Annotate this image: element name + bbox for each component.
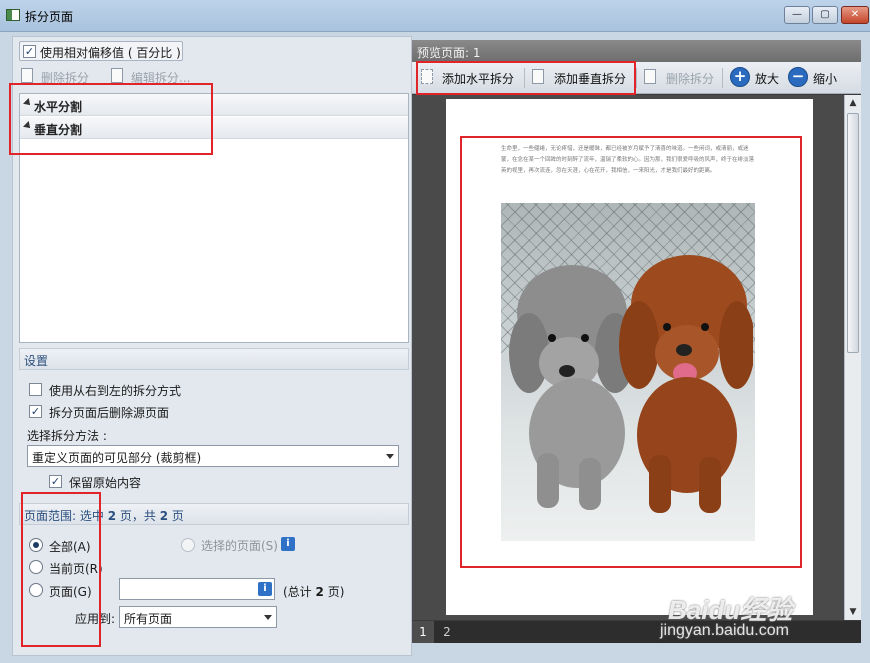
split-method-select[interactable]: 重定义页面的可见部分 (裁剪框) <box>27 445 399 467</box>
baidu-watermark: Baidu经验 jingyan.baidu.com <box>660 590 830 640</box>
zoom-in-icon[interactable]: + <box>730 67 750 87</box>
close-button[interactable]: ✕ <box>841 6 869 24</box>
scroll-thumb[interactable] <box>847 113 859 353</box>
preview-scrollbar[interactable]: ▲ ▼ <box>844 95 861 620</box>
toolbar-separator <box>722 68 723 88</box>
preview-header: 预览页面: 1 <box>412 40 861 62</box>
apply-to-value: 所有页面 <box>124 612 173 626</box>
relative-offset-toggle[interactable]: ✓ 使用相对偏移值 ( 百分比 ) <box>19 41 183 61</box>
annotation-box-split-list <box>9 83 213 155</box>
keep-original-checkbox[interactable]: ✓ <box>49 475 62 488</box>
delete-split-icon <box>21 68 33 83</box>
zoom-out-button[interactable]: 缩小 <box>813 70 837 87</box>
toolbar-separator <box>636 68 637 88</box>
selected-pages-radio[interactable] <box>181 538 195 552</box>
settings-header-label: 设置 <box>24 354 49 368</box>
watermark-site: jingyan.baidu.com <box>660 622 789 639</box>
page-tab-1[interactable]: 1 <box>412 621 434 643</box>
preview-page-label: 预览页面: 1 <box>417 46 481 60</box>
rtl-split-label: 使用从右到左的拆分方式 <box>49 384 182 398</box>
keep-original-label: 保留原始内容 <box>69 476 142 490</box>
delete-source-checkbox[interactable]: ✓ <box>29 405 42 418</box>
relative-offset-checkbox[interactable]: ✓ <box>23 45 36 58</box>
scroll-up-icon[interactable]: ▲ <box>845 95 861 111</box>
page-numbers-input[interactable]: i <box>119 578 275 600</box>
annotation-box-preview <box>460 136 802 568</box>
zoom-in-button[interactable]: 放大 <box>755 70 779 87</box>
rtl-split-checkbox[interactable] <box>29 383 42 396</box>
window-title: 拆分页面 <box>25 10 74 24</box>
info-icon[interactable]: i <box>281 537 295 551</box>
maximize-button[interactable]: ▢ <box>812 6 838 24</box>
app-icon <box>6 9 20 21</box>
selected-pages-label: 选择的页面(S) <box>201 539 278 553</box>
zoom-out-icon[interactable]: − <box>788 67 808 87</box>
edit-split-icon <box>111 68 123 83</box>
relative-offset-label: 使用相对偏移值 ( 百分比 ) <box>40 46 181 60</box>
title-bar: 拆分页面 — ▢ ✕ <box>0 0 870 32</box>
minimize-button[interactable]: — <box>784 6 810 24</box>
chevron-down-icon <box>264 615 272 620</box>
total-pages-note: (总计 2 页) <box>283 585 345 599</box>
chevron-down-icon <box>386 454 394 459</box>
info-icon[interactable]: i <box>258 582 272 596</box>
split-method-label: 选择拆分方法 : <box>27 429 107 443</box>
delete-source-label: 拆分页面后删除源页面 <box>49 406 170 420</box>
annotation-box-add-split <box>416 61 636 95</box>
settings-header: 设置 <box>19 348 409 370</box>
split-method-value: 重定义页面的可见部分 (裁剪框) <box>32 451 202 465</box>
page-tab-2[interactable]: 2 <box>436 621 458 643</box>
scroll-down-icon[interactable]: ▼ <box>845 604 861 620</box>
delete-split-icon <box>644 69 656 84</box>
delete-split-preview-button[interactable]: 删除拆分 <box>666 70 714 87</box>
apply-to-select[interactable]: 所有页面 <box>119 606 277 628</box>
annotation-box-page-range <box>21 492 101 647</box>
